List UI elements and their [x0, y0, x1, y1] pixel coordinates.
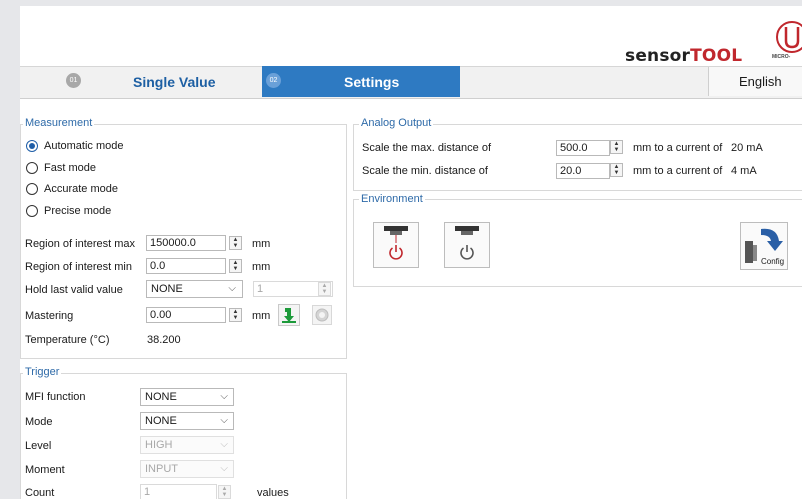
count-label: Count	[25, 487, 55, 499]
current-value: 4 mA	[731, 165, 757, 177]
radio-label: Fast mode	[44, 162, 96, 174]
count-spinner[interactable]: ▲ ▼	[218, 485, 231, 499]
tab-number-badge: 01	[66, 73, 81, 88]
roi-max-input[interactable]: 150000.0	[146, 235, 226, 251]
language-selector[interactable]: English	[708, 67, 802, 96]
unit-label: mm	[252, 238, 271, 250]
roi-max-label: Region of interest max	[25, 238, 136, 250]
moment-combobox[interactable]: INPUT ⌵	[140, 460, 234, 478]
count-unit-label: values	[257, 487, 289, 499]
chevron-down-icon: ⌵	[228, 283, 236, 294]
unit-label: mm to a current of	[633, 165, 723, 177]
sensor-power-grey-icon	[455, 226, 479, 260]
radio-label: Precise mode	[44, 205, 112, 217]
analog-output-title: Analog Output	[359, 117, 434, 129]
brand-name: sensorTOOL	[625, 46, 743, 66]
hold-label: Hold last valid value	[25, 284, 123, 296]
logo-text: MICRO-	[772, 54, 791, 60]
hold-value-combobox[interactable]: NONE ⌵	[146, 280, 243, 298]
chevron-down-icon: ⌵	[220, 439, 228, 450]
current-value: 20 mA	[731, 142, 763, 154]
unit-label: mm	[252, 261, 271, 273]
radio-fast-mode[interactable]	[26, 162, 38, 174]
master-reset-button[interactable]	[312, 305, 332, 325]
unit-label: mm to a current of	[633, 142, 723, 154]
measurement-title: Measurement	[23, 117, 95, 129]
roi-max-spinner[interactable]: ▲ ▼	[229, 236, 242, 250]
level-combobox[interactable]: HIGH ⌵	[140, 436, 234, 454]
config-label: Config	[761, 257, 785, 266]
roi-min-spinner[interactable]: ▲ ▼	[229, 259, 242, 273]
hold-count-spinner[interactable]: ▲ ▼	[318, 282, 331, 296]
radio-accurate-mode[interactable]	[26, 183, 38, 195]
config-button[interactable]: Config	[740, 222, 788, 270]
green-arrow-icon	[282, 308, 296, 323]
temperature-value: 38.200	[147, 334, 181, 346]
tab-settings-label: Settings	[344, 74, 400, 90]
mastering-spinner[interactable]: ▲ ▼	[229, 308, 242, 322]
reset-icon	[315, 308, 329, 322]
tab-number-badge: 02	[266, 73, 281, 88]
analog-output-group	[353, 124, 802, 191]
chevron-down-icon: ⌵	[220, 391, 228, 402]
radio-automatic-mode[interactable]	[26, 140, 38, 152]
count-input[interactable]: 1	[140, 484, 217, 499]
scale-max-label: Scale the max. distance of	[362, 142, 492, 154]
level-label: Level	[25, 440, 52, 452]
scale-min-label: Scale the min. distance of	[362, 165, 488, 177]
scale-max-spinner[interactable]: ▲ ▼	[610, 140, 623, 154]
radio-label: Automatic mode	[44, 140, 124, 152]
temperature-label: Temperature (°C)	[25, 334, 110, 346]
environment-group	[353, 199, 802, 287]
roi-min-input[interactable]: 0.0	[146, 258, 226, 274]
mastering-label: Mastering	[25, 310, 74, 322]
mfi-function-combobox[interactable]: NONE ⌵	[140, 388, 234, 406]
trigger-mode-combobox[interactable]: NONE ⌵	[140, 412, 234, 430]
app-window: sensorTOOL MICRO- 01 Single Value 02 Set…	[20, 6, 802, 499]
mastering-input[interactable]: 0.00	[146, 307, 226, 323]
roi-min-label: Region of interest min	[25, 261, 132, 273]
trigger-mode-label: Mode	[25, 416, 53, 428]
chevron-down-icon: ⌵	[220, 463, 228, 474]
radio-precise-mode[interactable]	[26, 205, 38, 217]
sensor-power-red-icon	[384, 226, 408, 260]
scale-max-input[interactable]: 500.0	[556, 140, 610, 156]
scale-min-input[interactable]: 20.0	[556, 163, 610, 179]
mfi-function-label: MFI function	[25, 391, 86, 403]
radio-label: Accurate mode	[44, 183, 118, 195]
master-apply-button[interactable]	[278, 304, 300, 326]
environment-title: Environment	[359, 193, 425, 205]
moment-label: Moment	[25, 464, 65, 476]
trigger-title: Trigger	[23, 366, 62, 378]
unit-label: mm	[252, 310, 271, 322]
sensor-laser-off-button[interactable]	[444, 222, 490, 268]
scale-min-spinner[interactable]: ▲ ▼	[610, 163, 623, 177]
tab-single-value[interactable]: Single Value	[133, 74, 215, 90]
chevron-down-icon: ⌵	[220, 415, 228, 426]
sensor-laser-on-button[interactable]	[373, 222, 419, 268]
